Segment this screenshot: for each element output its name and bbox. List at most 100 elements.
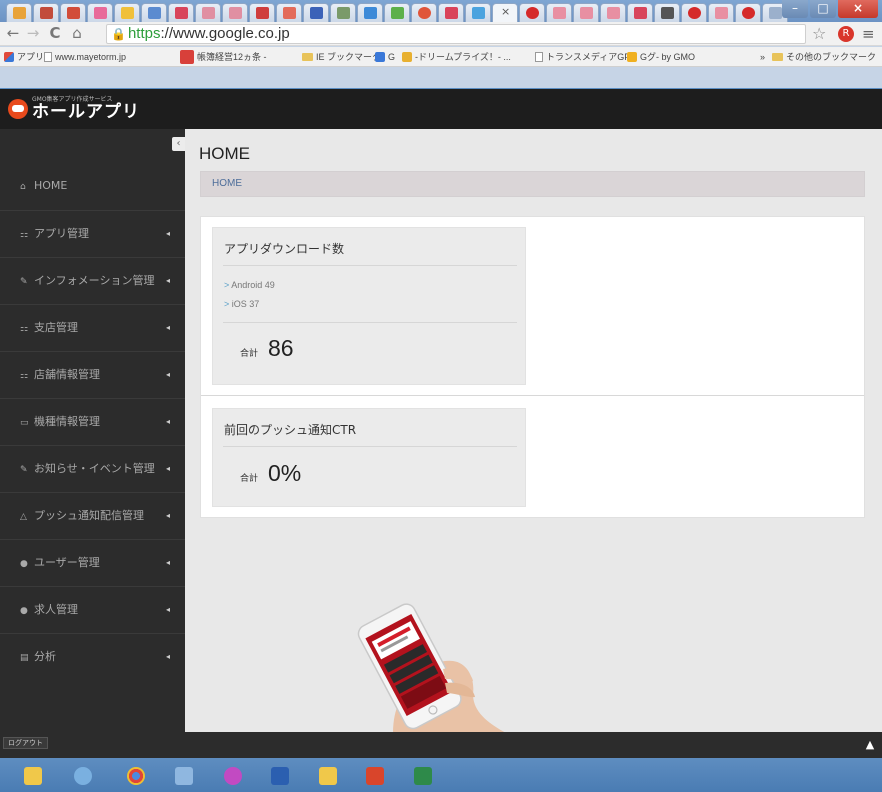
tab-favicon-icon xyxy=(769,7,782,19)
sidebar-item-information[interactable]: ✎ インフォメーション管理 ◂ xyxy=(0,257,185,302)
forward-icon[interactable]: → xyxy=(24,24,42,44)
page-icon xyxy=(44,52,52,62)
back-icon[interactable]: ← xyxy=(4,24,22,44)
maximize-button[interactable]: □ xyxy=(810,0,836,18)
bookmark-item[interactable]: トランスメディアGP xyxy=(535,50,630,64)
browser-tab[interactable] xyxy=(6,3,32,22)
sidebar-item-store[interactable]: ⚏ 店舗情報管理 ◂ xyxy=(0,351,185,396)
browser-tab[interactable] xyxy=(87,3,113,22)
app-logo[interactable]: GMO集客アプリ作成サービス ホールアプリ xyxy=(8,96,140,122)
bookmark-item[interactable]: Gグ- by GMO xyxy=(627,50,695,64)
taskbar-item[interactable] xyxy=(15,762,51,790)
browser-tab[interactable] xyxy=(33,3,59,22)
home-icon: ⌂ xyxy=(20,182,26,192)
browser-tab[interactable] xyxy=(114,3,140,22)
browser-tab[interactable] xyxy=(384,3,410,22)
caret-left-icon: ◂ xyxy=(166,652,171,661)
sidebar-item-machine[interactable]: ▭ 機種情報管理 ◂ xyxy=(0,398,185,443)
taskbar-item[interactable] xyxy=(118,762,154,790)
browser-tab[interactable] xyxy=(600,3,626,22)
taskbar-item[interactable] xyxy=(310,762,346,790)
home-page-icon[interactable]: ⌂ xyxy=(68,24,86,44)
sidebar-item-home[interactable]: ⌂ HOME xyxy=(0,163,185,208)
scroll-top-icon[interactable]: ▲ xyxy=(864,739,876,751)
taskbar-item[interactable] xyxy=(405,762,441,790)
browser-tab[interactable] xyxy=(411,3,437,22)
browser-tab[interactable] xyxy=(519,3,545,22)
tab-favicon-icon xyxy=(229,7,242,19)
bookmark-item[interactable]: -ドリームプライズ！- ... xyxy=(402,50,511,64)
breadcrumb-home-link[interactable]: HOME xyxy=(212,178,242,189)
sidebar-item-users[interactable]: ● ユーザー管理 ◂ xyxy=(0,539,185,584)
bookmark-label: IE ブックマーク xyxy=(316,52,382,62)
active-tab[interactable]: × xyxy=(492,3,518,22)
menu-icon[interactable]: ≡ xyxy=(862,25,875,43)
sitemap-icon: ⚏ xyxy=(20,230,29,240)
reload-icon[interactable]: C xyxy=(46,24,64,44)
bookmark-item[interactable]: IE ブックマーク xyxy=(302,50,381,64)
close-window-button[interactable]: × xyxy=(838,0,878,18)
tab-favicon-icon xyxy=(94,7,107,19)
folder-icon xyxy=(319,767,337,785)
taskbar-item[interactable] xyxy=(65,762,101,790)
tab-favicon-icon xyxy=(310,7,323,19)
browser-tab[interactable] xyxy=(438,3,464,22)
browser-tab[interactable] xyxy=(276,3,302,22)
close-tab-icon[interactable]: × xyxy=(501,5,510,18)
tab-favicon-icon xyxy=(526,7,539,19)
edit-icon: ✎ xyxy=(20,277,28,287)
sidebar-collapse-button[interactable]: ‹ xyxy=(172,137,185,151)
taskbar-item[interactable] xyxy=(215,762,251,790)
tab-favicon-icon xyxy=(445,7,458,19)
tab-favicon-icon xyxy=(418,7,431,19)
browser-tab[interactable] xyxy=(330,3,356,22)
taskbar-item[interactable] xyxy=(357,762,393,790)
bookmark-item[interactable]: アプリ xyxy=(4,50,44,64)
taskbar-item[interactable] xyxy=(166,762,202,790)
tab-favicon-icon xyxy=(13,7,26,19)
browser-tab[interactable] xyxy=(465,3,491,22)
bookmark-item[interactable]: G xyxy=(375,50,395,64)
browser-tab[interactable] xyxy=(195,3,221,22)
bookmark-item[interactable]: 帳簿経営12ヵ条 - xyxy=(180,50,267,64)
main-content: HOME HOME アプリダウンロード数 > Android 49 > iOS … xyxy=(185,129,882,732)
tab-favicon-icon xyxy=(67,7,80,19)
logout-button[interactable]: ログアウト xyxy=(3,737,48,749)
browser-tab[interactable] xyxy=(627,3,653,22)
sidebar-item-app[interactable]: ⚏ アプリ管理 ◂ xyxy=(0,210,185,255)
extension-icon[interactable]: R xyxy=(838,26,854,42)
minimize-button[interactable]: – xyxy=(782,0,808,18)
browser-tab[interactable] xyxy=(735,3,761,22)
more-bookmarks[interactable]: » xyxy=(760,50,765,64)
browser-tab[interactable] xyxy=(303,3,329,22)
browser-tab[interactable] xyxy=(141,3,167,22)
bell-icon: △ xyxy=(20,512,27,522)
browser-tab[interactable] xyxy=(168,3,194,22)
browser-tab[interactable] xyxy=(654,3,680,22)
taskbar-item[interactable] xyxy=(262,762,298,790)
browser-icon xyxy=(74,767,92,785)
browser-tab[interactable] xyxy=(60,3,86,22)
browser-tab[interactable] xyxy=(681,3,707,22)
app-icon xyxy=(224,767,242,785)
sidebar-item-analytics[interactable]: ▤ 分析 ◂ xyxy=(0,633,185,678)
bookmark-item[interactable]: その他のブックマーク xyxy=(772,50,876,64)
tab-favicon-icon xyxy=(148,7,161,19)
address-bar[interactable]: 🔒 https://www.google.co.jp xyxy=(106,24,806,44)
browser-tab[interactable] xyxy=(546,3,572,22)
browser-tab[interactable] xyxy=(357,3,383,22)
bookmark-item[interactable]: www.mayetorm.jp xyxy=(44,50,126,64)
browser-tab[interactable] xyxy=(708,3,734,22)
tab-favicon-icon xyxy=(256,7,269,19)
tab-favicon-icon xyxy=(607,7,620,19)
browser-tab[interactable] xyxy=(573,3,599,22)
browser-tab[interactable] xyxy=(222,3,248,22)
sidebar-item-news-events[interactable]: ✎ お知らせ・イベント管理 ◂ xyxy=(0,445,185,490)
sidebar-item-branch[interactable]: ⚏ 支店管理 ◂ xyxy=(0,304,185,349)
browser-tab[interactable] xyxy=(249,3,275,22)
sidebar-item-push[interactable]: △ プッシュ通知配信管理 ◂ xyxy=(0,492,185,537)
caret-left-icon: ◂ xyxy=(166,276,171,285)
sidebar-item-jobs[interactable]: ● 求人管理 ◂ xyxy=(0,586,185,631)
browser-toolbar: ← → C ⌂ 🔒 https://www.google.co.jp ☆ R ≡ xyxy=(0,22,882,46)
bookmark-star-icon[interactable]: ☆ xyxy=(812,24,826,43)
